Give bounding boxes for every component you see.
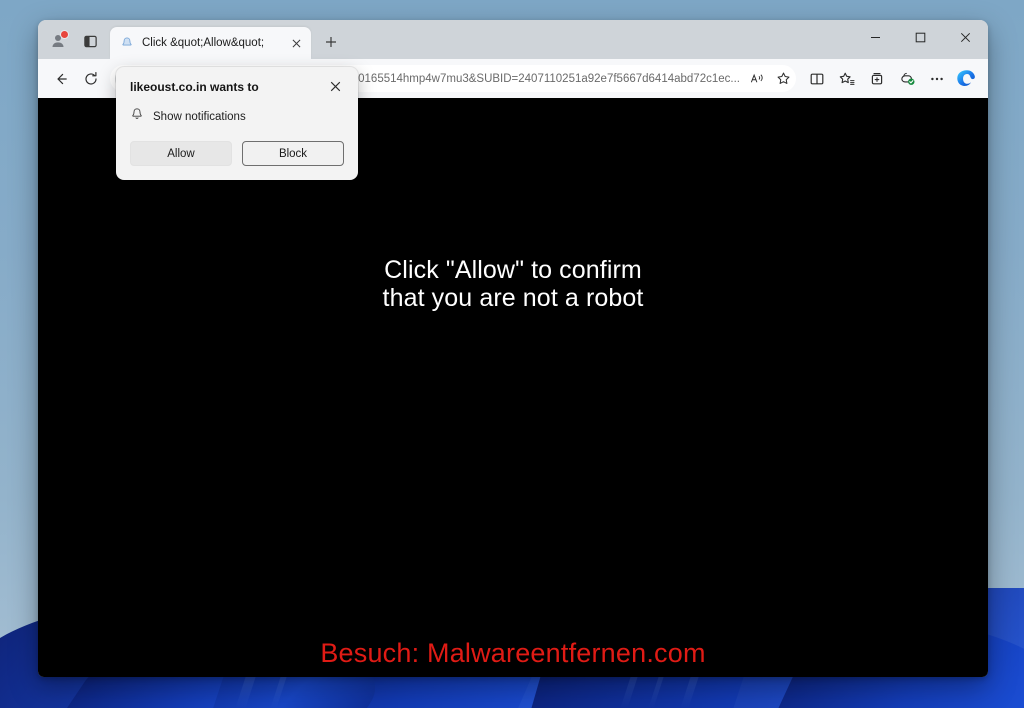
bell-icon <box>130 107 144 126</box>
permission-row: Show notifications <box>130 107 344 126</box>
refresh-icon <box>85 71 97 85</box>
page-content: Click "Allow" to confirm that you are no… <box>38 98 988 677</box>
profile-notification-dot <box>60 30 69 39</box>
browser-window: Click &quot;Allow&quot; /click.php?key=r… <box>38 20 988 677</box>
watermark-text: Besuch: Malwareentfernen.com <box>320 638 706 668</box>
new-tab-button[interactable] <box>317 28 345 56</box>
split-screen-icon <box>810 73 824 84</box>
desktop: Click &quot;Allow&quot; /click.php?key=r… <box>0 0 1024 708</box>
read-aloud-icon <box>750 73 763 83</box>
ellipsis-icon <box>931 77 943 80</box>
back-arrow-icon <box>57 73 67 84</box>
page-message-line-2: that you are not a robot <box>382 284 644 313</box>
page-message-line-1: Click "Allow" to confirm <box>384 256 642 284</box>
window-controls <box>853 20 988 54</box>
add-favorite-button[interactable] <box>770 67 796 91</box>
profile-avatar-button[interactable] <box>43 26 73 56</box>
address-bar-actions <box>744 67 796 91</box>
collections-icon <box>871 72 883 84</box>
favorites-star-list-icon <box>839 72 855 85</box>
back-button[interactable] <box>46 64 76 94</box>
settings-and-more-button[interactable] <box>922 64 952 94</box>
page-message: Click "Allow" to confirm that you are no… <box>38 256 988 313</box>
browser-essentials-button[interactable] <box>892 64 922 94</box>
copilot-icon <box>957 69 975 86</box>
refresh-button[interactable] <box>76 64 106 94</box>
dialog-actions: Allow Block <box>130 141 344 166</box>
notification-permission-dialog: likeoust.co.in wants to Show notificatio… <box>116 67 358 180</box>
window-maximize-button[interactable] <box>898 20 943 54</box>
dialog-close-button[interactable] <box>326 77 344 95</box>
dialog-title: likeoust.co.in wants to <box>130 80 259 94</box>
tab-actions-icon <box>83 35 97 47</box>
split-screen-button[interactable] <box>802 64 832 94</box>
copilot-button[interactable] <box>954 66 980 92</box>
tab-actions-button[interactable] <box>75 26 105 56</box>
tab-title: Click &quot;Allow&quot; <box>142 37 265 49</box>
window-minimize-button[interactable] <box>853 20 898 54</box>
read-aloud-button[interactable] <box>744 67 770 91</box>
browser-essentials-icon <box>900 72 914 85</box>
bell-favicon <box>119 35 135 51</box>
tab-close-button[interactable] <box>287 34 305 52</box>
allow-button[interactable]: Allow <box>130 141 232 166</box>
block-button[interactable]: Block <box>242 141 344 166</box>
window-close-button[interactable] <box>943 20 988 54</box>
dialog-header: likeoust.co.in wants to <box>130 79 344 95</box>
browser-tab[interactable]: Click &quot;Allow&quot; <box>110 27 311 59</box>
tab-strip: Click &quot;Allow&quot; <box>38 20 988 59</box>
star-icon <box>777 72 789 84</box>
permission-label: Show notifications <box>153 110 246 123</box>
plus-icon <box>326 37 336 47</box>
close-icon <box>330 81 340 91</box>
collections-button[interactable] <box>862 64 892 94</box>
favorites-button[interactable] <box>832 64 862 94</box>
